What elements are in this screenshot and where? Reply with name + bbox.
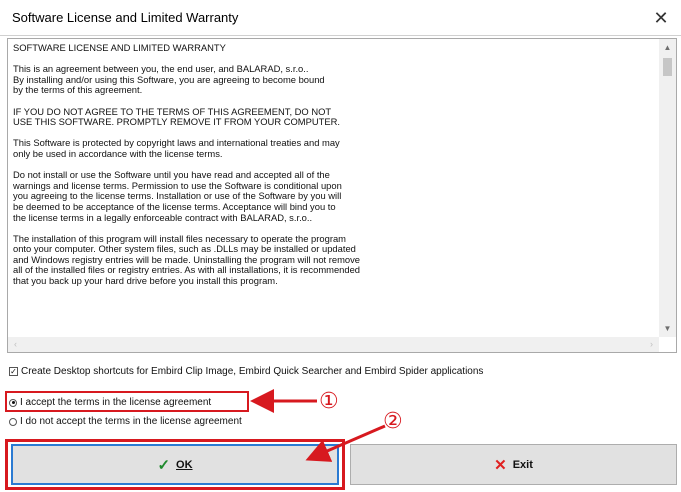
exit-button[interactable]: ✕ Exit [350, 444, 677, 485]
x-icon: ✕ [494, 456, 507, 474]
checkbox-icon[interactable]: ✓ [9, 367, 18, 376]
shortcuts-checkbox[interactable]: ✓ Create Desktop shortcuts for Embird Cl… [9, 366, 483, 377]
license-paragraph: This is an agreement between you, the en… [13, 63, 325, 96]
scroll-left-icon[interactable]: ‹ [8, 337, 23, 352]
license-paragraph: This Software is protected by copyright … [13, 137, 340, 159]
license-paragraph: The installation of this program will in… [13, 232, 361, 287]
decline-label: I do not accept the terms in the license… [20, 416, 242, 427]
exit-label: Exit [512, 458, 533, 471]
close-icon[interactable]: ✕ [649, 6, 673, 30]
scroll-right-icon[interactable]: › [644, 337, 659, 352]
shortcuts-label: Create Desktop shortcuts for Embird Clip… [21, 366, 484, 377]
vertical-scrollbar[interactable]: ▲ ▼ [659, 39, 676, 337]
horizontal-scrollbar[interactable]: ‹ › [8, 337, 659, 352]
scrollbar-thumb[interactable] [663, 58, 672, 76]
accept-highlight-box [5, 391, 249, 412]
radio-unchecked-icon[interactable] [9, 417, 17, 426]
decline-radio[interactable]: I do not accept the terms in the license… [9, 416, 242, 427]
callout-2: ② [383, 409, 403, 434]
scroll-down-icon[interactable]: ▼ [659, 320, 676, 337]
title-bar: Software License and Limited Warranty ✕ [0, 0, 681, 36]
license-text-box[interactable]: SOFTWARE LICENSE AND LIMITED WARRANTY Th… [7, 38, 677, 353]
scroll-up-icon[interactable]: ▲ [659, 39, 676, 56]
license-paragraph: SOFTWARE LICENSE AND LIMITED WARRANTY [13, 43, 226, 53]
ok-highlight-box [5, 439, 345, 490]
license-paragraph: IF YOU DO NOT AGREE TO THE TERMS OF THIS… [13, 105, 340, 128]
callout-1: ① [319, 389, 339, 414]
license-text: SOFTWARE LICENSE AND LIMITED WARRANTY Th… [13, 43, 653, 341]
license-paragraph: Do not install or use the Software until… [13, 169, 342, 223]
window-title: Software License and Limited Warranty [12, 10, 239, 25]
